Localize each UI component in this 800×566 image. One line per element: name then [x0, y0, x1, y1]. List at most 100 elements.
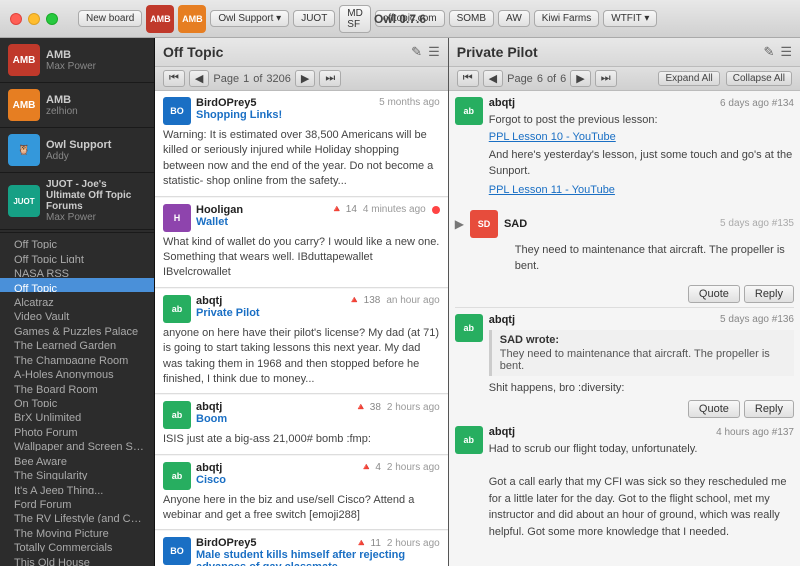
post-subject[interactable]: Private Pilot	[196, 307, 440, 319]
post-item[interactable]: BO BirdOPrey5 5 months ago Shopping Link…	[155, 91, 448, 197]
sidebar-item-photo-forum[interactable]: Photo Forum	[0, 422, 154, 436]
reply-button[interactable]: Reply	[744, 285, 794, 303]
maximize-button[interactable]	[46, 13, 58, 25]
right-column: Private Pilot ✎ ☰ ⏮ ◀ Page 6 of 6 ▶ ⏭ Ex…	[449, 38, 800, 566]
md-sf-button[interactable]: MDSF	[339, 5, 371, 33]
sidebar-account-amb[interactable]: AMB AMB Max Power	[0, 38, 154, 83]
expand-all-button[interactable]: Expand All	[658, 71, 719, 86]
post-subject[interactable]: Boom	[196, 413, 440, 425]
ppl-lesson-10-link[interactable]: PPL Lesson 10 - YouTube	[489, 131, 794, 143]
post-header: BO BirdOPrey5 5 months ago Shopping Link…	[163, 97, 440, 125]
last-page-button[interactable]: ⏭	[595, 70, 617, 87]
pp-post-135: ▶ SD SAD 5 days ago #135	[455, 206, 794, 242]
pp-post-134: ab abqtj 6 days ago #134 Forgot to post …	[455, 97, 794, 198]
post-item[interactable]: ab abqtj 🔺 4 2 hours ago Cisco	[155, 456, 448, 531]
aw-button[interactable]: AW	[498, 10, 530, 27]
post-item[interactable]: ab abqtj 🔺 138 an hour ago Private Pilot	[155, 289, 448, 395]
sidebar-item-games-puzzles[interactable]: Games & Puzzles Palace	[0, 321, 154, 335]
sidebar-account-juot[interactable]: JUOT JUOT - Joe's Ultimate Off Topic For…	[0, 173, 154, 230]
sidebar-item-video-vault[interactable]: Video Vault	[0, 306, 154, 320]
action-buttons: Quote Reply	[489, 400, 794, 418]
first-page-button[interactable]: ⏮	[457, 70, 479, 87]
expand-arrow[interactable]: ▶	[455, 217, 464, 231]
account-username-owlsupport: Addy	[46, 151, 111, 162]
current-page: 1	[243, 73, 249, 85]
account-username-amb: Max Power	[46, 61, 96, 72]
sidebar-item-off-topic-active[interactable]: Off Topic	[0, 278, 154, 292]
sidebar-item-brx-unlimited[interactable]: BrX Unlimited	[0, 407, 154, 421]
sidebar-item-jeep[interactable]: It's A Jeep Thing...	[0, 480, 154, 494]
account-avatar-juot: JUOT	[8, 185, 40, 217]
ppl-lesson-11-link[interactable]: PPL Lesson 11 - YouTube	[489, 184, 794, 196]
sidebar-item-nasa-rss[interactable]: NASA RSS	[0, 263, 154, 277]
post-header: abqtj 6 days ago #134	[489, 97, 794, 109]
sad-header: SAD 5 days ago #135	[504, 218, 794, 230]
sidebar-item-off-topic[interactable]: Off Topic	[0, 234, 154, 248]
sidebar-item-aholes[interactable]: A-Holes Anonymous	[0, 364, 154, 378]
post-item[interactable]: H Hooligan 🔺 14 4 minutes ago Wallet	[155, 198, 448, 288]
page-of: of	[253, 73, 262, 85]
next-page-button[interactable]: ▶	[570, 70, 590, 87]
sidebar-item-rv-lifestyle[interactable]: The RV Lifestyle (and Camping)	[0, 508, 154, 522]
avatar: BO	[163, 537, 191, 565]
post-subject[interactable]: Cisco	[196, 474, 440, 486]
close-button[interactable]	[10, 13, 22, 25]
list-icon[interactable]: ☰	[780, 44, 792, 60]
account-avatar-amb: AMB	[8, 44, 40, 76]
sidebar-item-wallpaper[interactable]: Wallpaper and Screen Savers	[0, 436, 154, 450]
sidebar-item-champagne-room[interactable]: The Champagne Room	[0, 350, 154, 364]
sidebar-account-owlsupport[interactable]: 🦉 Owl Support Addy	[0, 128, 154, 173]
account-info-amb: AMB Max Power	[46, 49, 96, 72]
account-button-amb1[interactable]: AMB	[146, 5, 174, 33]
minimize-button[interactable]	[28, 13, 40, 25]
sidebar-item-board-room[interactable]: The Board Room	[0, 379, 154, 393]
first-page-button[interactable]: ⏮	[163, 70, 185, 87]
quote-button[interactable]: Quote	[688, 285, 740, 303]
edit-icon[interactable]: ✎	[763, 44, 774, 60]
sidebar-item-off-topic-light[interactable]: Off Topic Light	[0, 249, 154, 263]
next-page-button[interactable]: ▶	[295, 70, 315, 87]
account-button-amb2[interactable]: AMB	[178, 5, 206, 33]
sidebar-item-totally-commercials[interactable]: Totally Commercials	[0, 537, 154, 551]
sidebar-item-alcatraz[interactable]: Alcatraz	[0, 292, 154, 306]
post-item[interactable]: BO BirdOPrey5 🔺 11 2 hours ago Male stud…	[155, 531, 448, 566]
new-board-button[interactable]: New board	[78, 10, 142, 27]
right-column-body: ab abqtj 6 days ago #134 Forgot to post …	[449, 91, 800, 566]
post-subject[interactable]: Wallet	[196, 216, 440, 228]
wtfit-button[interactable]: WTFIT ▾	[603, 10, 657, 27]
account-name-owlsupport: Owl Support	[46, 139, 111, 151]
post-subject[interactable]: Male student kills himself after rejecti…	[196, 549, 440, 566]
sidebar-item-old-house[interactable]: This Old House	[0, 552, 154, 566]
juot-button[interactable]: JUOT	[293, 10, 335, 27]
post-header: abqtj 5 days ago #136	[489, 314, 794, 326]
prev-page-button[interactable]: ◀	[483, 70, 503, 87]
somb-button[interactable]: SOMB	[449, 10, 494, 27]
post-body-extra: And here's yesterday's lesson, just some…	[489, 147, 794, 180]
post-subject[interactable]: Shopping Links!	[196, 109, 440, 121]
post-author: abqtj	[196, 401, 222, 413]
quote-button[interactable]: Quote	[688, 400, 740, 418]
kiwifarms-button[interactable]: Kiwi Farms	[534, 10, 599, 27]
account-username-juot: Max Power	[46, 212, 146, 223]
sidebar-item-ford[interactable]: Ford Forum	[0, 494, 154, 508]
post-time: 2 hours ago	[387, 462, 440, 473]
sidebar-item-learned-garden[interactable]: The Learned Garden	[0, 335, 154, 349]
sidebar-item-moving-picture[interactable]: The Moving Picture	[0, 523, 154, 537]
sidebar-account-amb2[interactable]: AMB AMB zelhion	[0, 83, 154, 128]
prev-page-button[interactable]: ◀	[189, 70, 209, 87]
collapse-all-button[interactable]: Collapse All	[726, 71, 792, 86]
last-page-button[interactable]: ⏭	[319, 70, 341, 87]
list-icon[interactable]: ☰	[428, 44, 440, 60]
right-column-title: Private Pilot	[457, 44, 538, 60]
sidebar-item-singularity[interactable]: The Singularity	[0, 465, 154, 479]
app-title: Owl 0.7.6	[374, 12, 426, 26]
sidebar-item-on-topic[interactable]: On Topic	[0, 393, 154, 407]
content-area: Off Topic ✎ ☰ ⏮ ◀ Page 1 of 3206 ▶ ⏭	[155, 38, 800, 566]
avatar: ab	[455, 97, 483, 125]
reply-button[interactable]: Reply	[744, 400, 794, 418]
account-username-amb2: zelhion	[46, 106, 78, 117]
post-item[interactable]: ab abqtj 🔺 38 2 hours ago Boom	[155, 395, 448, 454]
edit-icon[interactable]: ✎	[411, 44, 422, 60]
sidebar-item-bee-aware[interactable]: Bee Aware	[0, 451, 154, 465]
owl-support-button[interactable]: Owl Support ▾	[210, 10, 289, 27]
